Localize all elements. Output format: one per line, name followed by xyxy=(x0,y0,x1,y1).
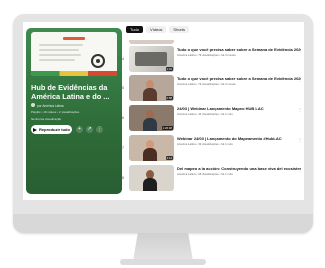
partial-video-thumbnail[interactable] xyxy=(129,40,174,44)
video-thumbnail[interactable]: 1:31 xyxy=(129,46,174,72)
playlist-item[interactable]: 14 1:31 Tudo o que você precisa saber so… xyxy=(119,45,302,73)
video-thumbnail[interactable]: 1:26:48 xyxy=(129,105,174,131)
thumbnail-text-line xyxy=(39,49,79,51)
thumbnail-screen xyxy=(135,52,167,66)
person-body xyxy=(143,88,157,101)
monitor-chin xyxy=(13,214,313,233)
video-title[interactable]: Webinar 24/03 | Lançamento do Mapeamento… xyxy=(177,136,301,141)
playlist-title: Hub de Evidências da América Latina e do… xyxy=(31,83,110,101)
more-options-icon[interactable]: ⋮ xyxy=(298,108,302,112)
channel-avatar[interactable] xyxy=(31,103,35,107)
video-duration: 1:31 xyxy=(165,67,173,71)
person-figure xyxy=(143,80,157,101)
thumbnail-color-strip xyxy=(31,71,117,76)
person-figure xyxy=(143,170,157,191)
person-body xyxy=(143,118,157,131)
thumbnail-text-line xyxy=(39,54,81,56)
playlist-item[interactable]: 16 1:26:48 24/03 | Webinar Lançamento Ma… xyxy=(119,104,302,132)
video-meta: América Latina • 79 visualizações • há 3… xyxy=(177,82,236,86)
video-title[interactable]: Del mapeo a la acción: Construyendo una … xyxy=(177,166,301,171)
video-title[interactable]: Tudo o que você precisa saber sobre a Se… xyxy=(177,76,301,81)
play-all-button[interactable]: Reproduzir tudo xyxy=(31,125,72,134)
thumbnail-accent xyxy=(63,37,85,40)
video-duration: 0:58 xyxy=(165,96,173,100)
playlist-meta: Playlist • 19 vídeos • 2 visualizações xyxy=(31,110,80,114)
person-figure xyxy=(143,110,157,131)
play-all-label: Reproduzir tudo xyxy=(39,127,70,132)
channel-name[interactable]: por América Latina xyxy=(37,104,64,108)
item-index: 17 xyxy=(120,146,124,150)
video-duration: 4:14 xyxy=(165,156,173,160)
filter-tabs: Tudo Vídeos Shorts xyxy=(126,26,189,33)
playlist-item[interactable]: 17 4:14 Webinar 24/03 | Lançamento do Ma… xyxy=(119,134,302,162)
item-index: 15 xyxy=(120,86,124,90)
tab-shorts[interactable]: Shorts xyxy=(169,26,189,33)
more-options-icon[interactable]: ⋮ xyxy=(298,78,302,82)
playlist-panel: Hub de Evidências da América Latina e do… xyxy=(26,28,122,194)
item-index: 16 xyxy=(120,116,124,120)
tab-all[interactable]: Tudo xyxy=(126,26,143,33)
monitor-base xyxy=(120,259,206,265)
item-index: 18 xyxy=(120,176,124,180)
play-icon xyxy=(33,127,38,132)
share-icon[interactable]: ↗ xyxy=(86,126,93,133)
video-meta: América Latina • 28 visualizações • há 1… xyxy=(177,172,233,176)
person-body xyxy=(143,148,157,161)
video-duration: 1:26:48 xyxy=(161,126,173,130)
more-options-icon[interactable]: ⋮ xyxy=(298,138,302,142)
video-thumbnail[interactable]: 0:58 xyxy=(129,75,174,101)
video-thumbnail[interactable] xyxy=(129,165,174,191)
thumbnail-text-line xyxy=(39,59,75,61)
video-meta: América Latina • 44 visualizações • há 1… xyxy=(177,112,233,116)
video-title[interactable]: 24/03 | Webinar Lançamento Mapeo HUB LAC xyxy=(177,106,301,111)
playlist-item[interactable]: 15 0:58 Tudo o que você precisa saber so… xyxy=(119,74,302,102)
playlist-item[interactable]: 18 Del mapeo a la acción: Construyendo u… xyxy=(119,164,302,192)
playlist-thumbnail[interactable] xyxy=(31,32,117,76)
screen: Hub de Evidências da América Latina e do… xyxy=(23,22,304,200)
person-body xyxy=(143,178,157,191)
monitor-stand xyxy=(133,233,193,261)
playlist-note: Nenhuma visualização xyxy=(31,117,62,121)
tab-videos[interactable]: Vídeos xyxy=(145,26,167,33)
video-meta: América Latina • 33 visualizações • há 1… xyxy=(177,142,233,146)
video-title[interactable]: Tudo o que você precisa saber sobre a Se… xyxy=(177,47,301,52)
video-thumbnail[interactable]: 4:14 xyxy=(129,135,174,161)
add-to-library-icon[interactable]: + xyxy=(76,126,83,133)
more-options-icon[interactable]: ⋮ xyxy=(298,49,302,53)
target-icon xyxy=(91,54,105,68)
person-figure xyxy=(143,140,157,161)
thumbnail-text-line xyxy=(39,44,83,46)
item-index: 14 xyxy=(120,57,124,61)
more-options-icon[interactable]: ⋮ xyxy=(298,168,302,172)
more-options-icon[interactable]: ⋮ xyxy=(96,126,103,133)
video-meta: América Latina • 79 visualizações • há 3… xyxy=(177,53,236,57)
